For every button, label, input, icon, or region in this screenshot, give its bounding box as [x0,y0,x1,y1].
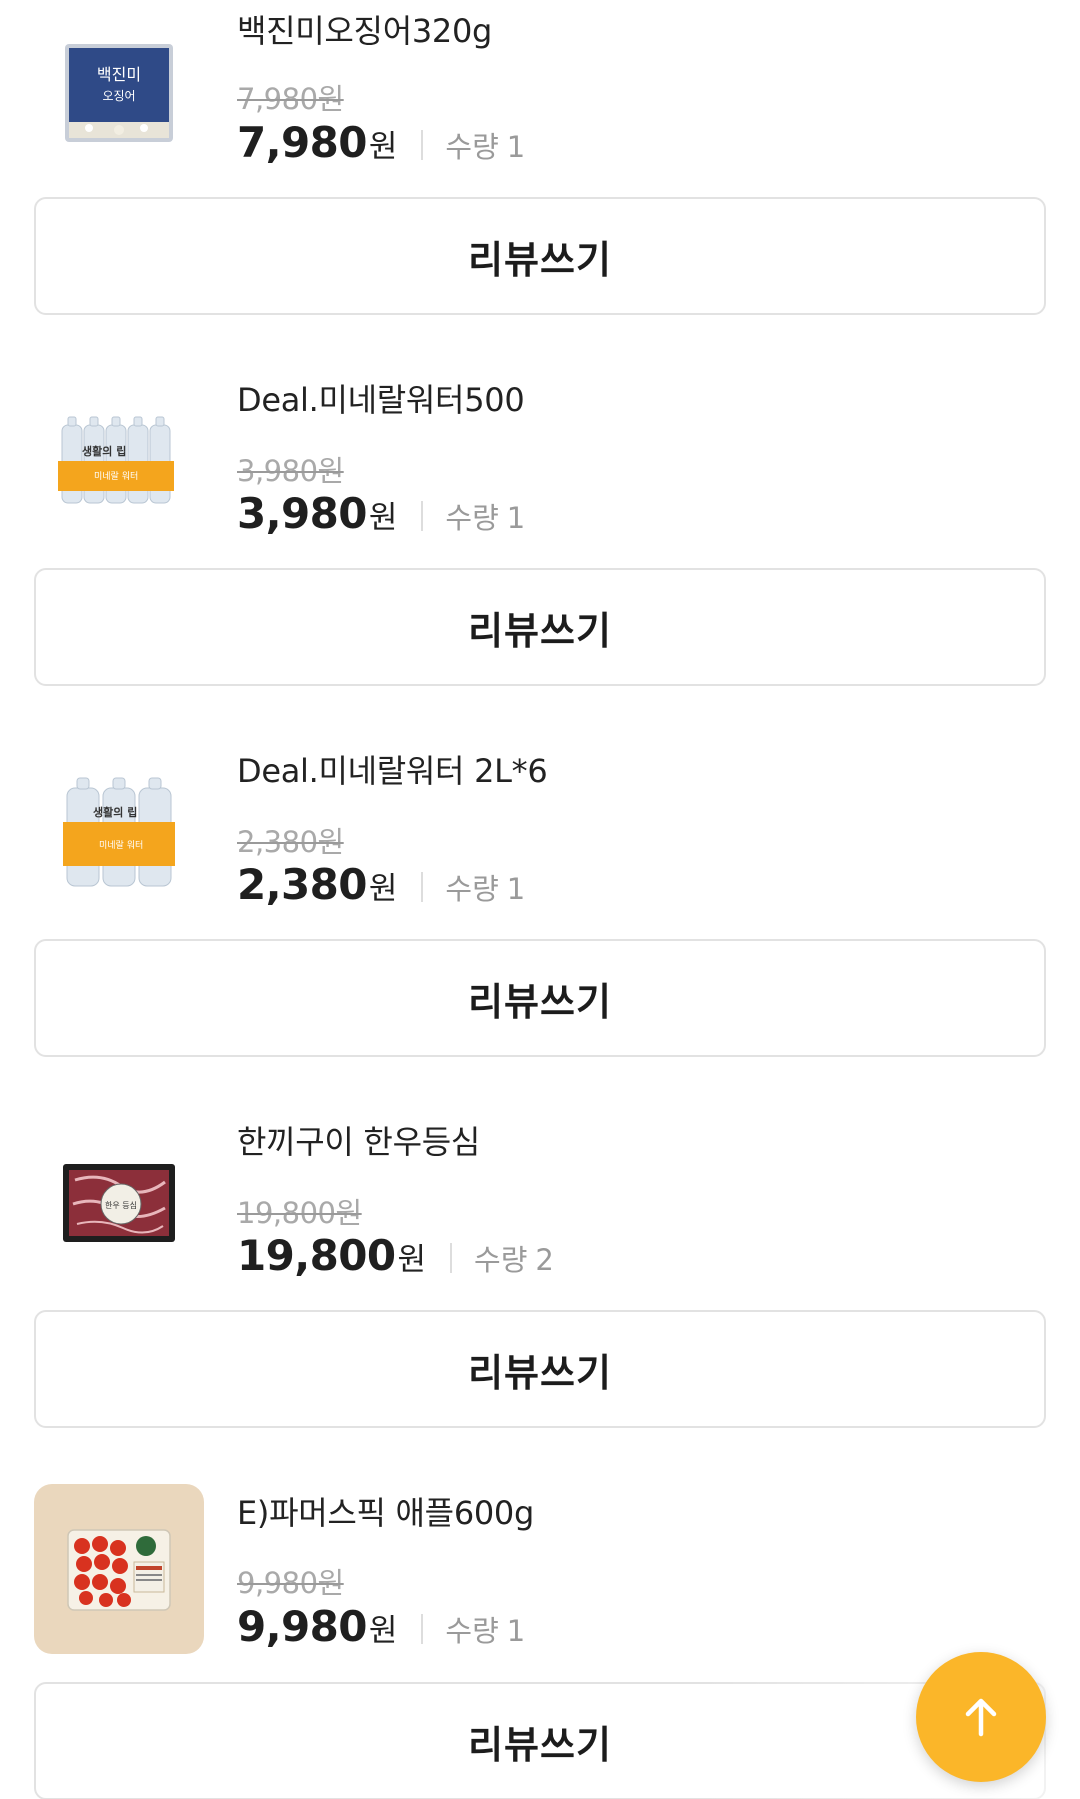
product-thumbnail[interactable]: 백진미 오징어 [34,8,204,178]
currency-unit: 원 [368,1613,398,1649]
quantity-value: 2 [535,1243,554,1277]
sale-price: 3,980 [237,489,367,538]
quantity-label: 수량 [445,130,499,164]
product-item: 한우 등심 한끼구이 한우등심 19,800원 19,800 원 수량 2 리뷰… [0,1113,1080,1428]
price-row: 2,380 원 수량 1 [237,860,525,909]
sale-price: 2,380 [237,860,367,909]
squid-pack-image: 백진미 오징어 [65,44,173,142]
quantity-label: 수량 [445,501,499,535]
divider [450,1242,453,1273]
currency-unit: 원 [368,500,398,536]
quantity-value: 1 [506,872,526,906]
quantity-label: 수량 [474,1243,528,1277]
product-thumbnail[interactable]: 한우 등심 [34,1118,204,1288]
divider [421,1613,424,1644]
svg-text:생활의 립: 생활의 립 [82,444,126,458]
original-price: 9,980원 [237,1566,344,1600]
price-row: 7,980 원 수량 1 [237,118,525,167]
product-thumbnail[interactable]: 생활의 립 미네랄 워터 [34,747,204,917]
original-price: 7,980원 [237,82,344,116]
quantity-label: 수량 [445,872,499,906]
water-bottle-pack-image: 생활의 립 미네랄 워터 [58,416,174,504]
quantity-value: 1 [506,501,526,535]
currency-unit: 원 [397,1242,427,1278]
price-row: 3,980 원 수량 1 [237,489,525,538]
quantity-value: 1 [506,1614,526,1648]
product-name[interactable]: Deal.미네랄워터500 [237,375,525,421]
scroll-to-top-button[interactable] [916,1652,1046,1782]
divider [421,871,424,902]
tomato-pack-image [67,1529,171,1611]
product-name[interactable]: E)파머스픽 애플600g [237,1488,534,1534]
arrow-up-icon [965,1698,997,1737]
quantity-value: 1 [506,130,526,164]
svg-text:미네랄 워터: 미네랄 워터 [94,471,138,482]
original-price: 2,380원 [237,825,344,859]
svg-text:생활의 립: 생활의 립 [93,805,137,819]
currency-unit: 원 [368,871,398,907]
svg-text:백진미: 백진미 [97,65,141,84]
original-price: 3,980원 [237,454,344,488]
price-row: 19,800 원 수량 2 [237,1231,554,1280]
sale-price: 19,800 [237,1231,396,1280]
product-thumbnail[interactable] [34,1484,204,1654]
original-price: 19,800원 [237,1196,362,1230]
product-name[interactable]: 한끼구이 한우등심 [237,1117,480,1163]
currency-unit: 원 [368,129,398,165]
quantity-label: 수량 [445,1614,499,1648]
product-name[interactable]: 백진미오징어320g [237,6,492,52]
product-name[interactable]: Deal.미네랄워터 2L*6 [237,746,548,792]
product-thumbnail[interactable]: 생활의 립 미네랄 워터 [34,376,204,546]
write-review-button[interactable]: 리뷰쓰기 [34,1310,1046,1428]
write-review-button[interactable]: 리뷰쓰기 [34,1682,1046,1799]
product-item: E)파머스픽 애플600g 9,980원 9,980 원 수량 1 리뷰쓰기 [0,1484,1080,1799]
svg-text:미네랄 워터: 미네랄 워터 [99,840,143,851]
product-item: 생활의 립 미네랄 워터 Deal.미네랄워터500 3,980원 3,980 … [0,371,1080,686]
divider [421,500,424,531]
order-review-list: 백진미 오징어 백진미오징어320g 7,980원 7,980 원 수량 1 리… [0,0,1080,1799]
write-review-button[interactable]: 리뷰쓰기 [34,939,1046,1057]
sale-price: 9,980 [237,1602,367,1651]
sale-price: 7,980 [237,118,367,167]
write-review-button[interactable]: 리뷰쓰기 [34,568,1046,686]
product-item: 백진미 오징어 백진미오징어320g 7,980원 7,980 원 수량 1 리… [0,0,1080,315]
product-item: 생활의 립 미네랄 워터 Deal.미네랄워터 2L*6 2,380원 2,38… [0,742,1080,1057]
svg-text:오징어: 오징어 [102,89,135,103]
price-row: 9,980 원 수량 1 [237,1602,525,1651]
beef-pack-image: 한우 등심 [63,1164,175,1242]
divider [421,129,424,160]
svg-text:한우 등심: 한우 등심 [105,1200,137,1210]
water-bottle-pack-image: 생활의 립 미네랄 워터 [63,777,175,887]
write-review-button[interactable]: 리뷰쓰기 [34,197,1046,315]
